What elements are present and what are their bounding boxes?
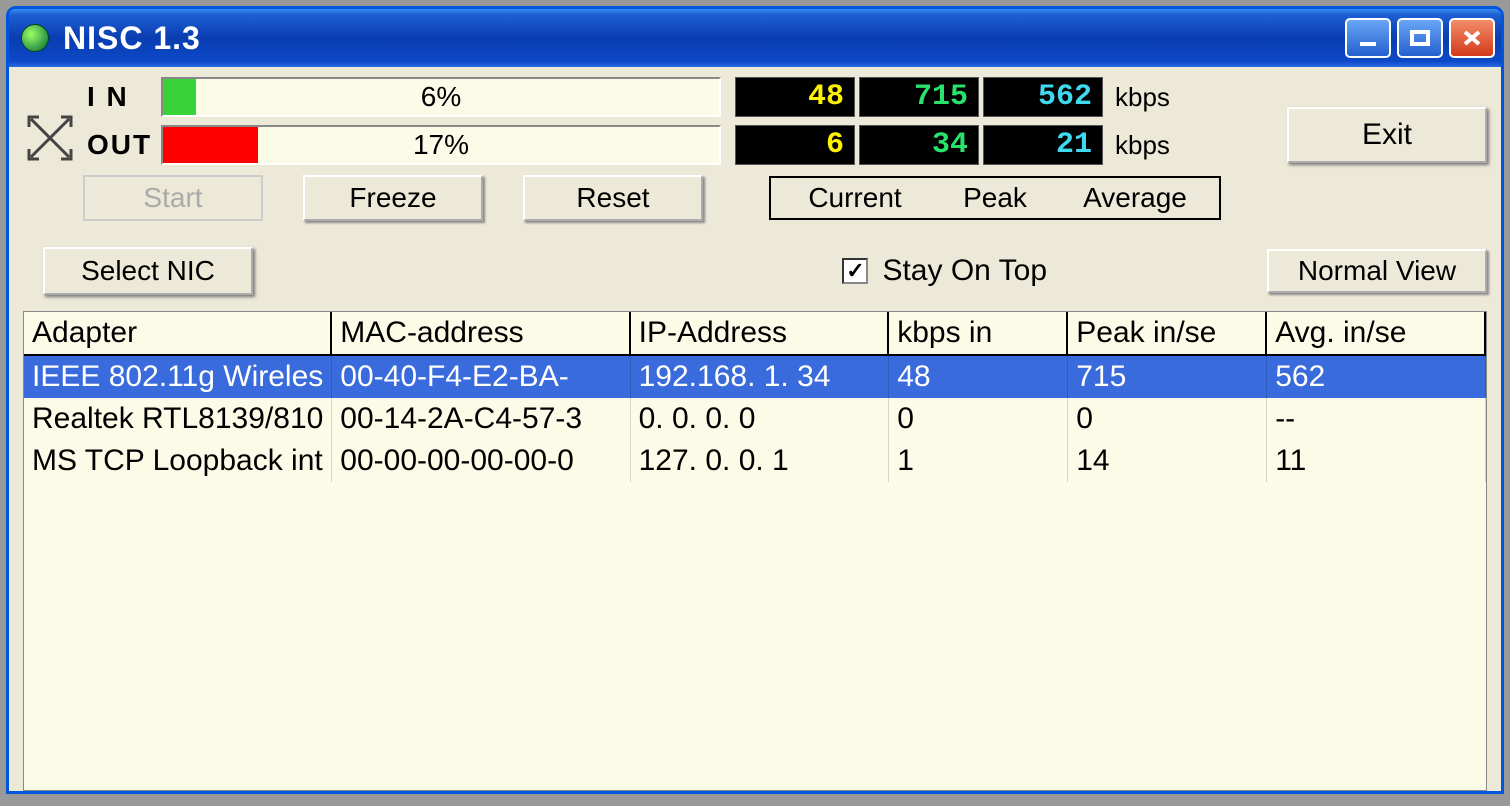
in-unit: kbps xyxy=(1115,82,1170,113)
cell: 715 xyxy=(1068,356,1267,398)
in-average-led: 562 xyxy=(983,77,1103,117)
cell: 00-00-00-00-00-0 xyxy=(332,440,630,482)
stat-average: Average xyxy=(1065,182,1205,214)
minimize-button[interactable] xyxy=(1345,18,1391,58)
cell: 48 xyxy=(889,356,1068,398)
in-percent: 6% xyxy=(163,79,719,115)
out-progress: 17% xyxy=(161,125,721,165)
close-button[interactable] xyxy=(1449,18,1495,58)
col-avg-in[interactable]: Avg. in/se xyxy=(1267,312,1486,354)
in-peak-led: 715 xyxy=(859,77,979,117)
cell: IEEE 802.11g Wireles xyxy=(24,356,332,398)
cell: 127. 0. 0. 1 xyxy=(631,440,890,482)
in-progress: 6% xyxy=(161,77,721,117)
in-label: I N xyxy=(83,81,161,113)
out-label: OUT xyxy=(83,129,161,161)
col-peak-in[interactable]: Peak in/se xyxy=(1068,312,1267,354)
titlebar[interactable]: NISC 1.3 xyxy=(9,9,1501,67)
app-window: NISC 1.3 I N xyxy=(6,6,1504,794)
client-area: I N 6% 48 715 562 kbps OUT xyxy=(9,67,1501,791)
out-peak-led: 34 xyxy=(859,125,979,165)
cell: 1 xyxy=(889,440,1068,482)
col-kbps-in[interactable]: kbps in xyxy=(889,312,1068,354)
cell: 11 xyxy=(1267,440,1486,482)
stay-on-top-label: Stay On Top xyxy=(882,254,1047,288)
expand-icon[interactable] xyxy=(23,111,77,165)
cell: 00-40-F4-E2-BA- xyxy=(332,356,630,398)
cell: Realtek RTL8139/810 xyxy=(24,398,332,440)
table-row[interactable]: MS TCP Loopback int00-00-00-00-00-0127. … xyxy=(24,440,1486,482)
cell: 0. 0. 0. 0 xyxy=(631,398,890,440)
out-current-led: 6 xyxy=(735,125,855,165)
select-nic-button[interactable]: Select NIC xyxy=(43,247,253,295)
out-percent: 17% xyxy=(163,127,719,163)
window-title: NISC 1.3 xyxy=(63,20,201,57)
cell: -- xyxy=(1267,398,1486,440)
app-icon xyxy=(21,24,49,52)
stay-on-top[interactable]: ✓ Stay On Top xyxy=(842,254,1047,288)
cell: 562 xyxy=(1267,356,1486,398)
normal-view-button[interactable]: Normal View xyxy=(1267,249,1487,293)
cell: MS TCP Loopback int xyxy=(24,440,332,482)
grid-header: Adapter MAC-address IP-Address kbps in P… xyxy=(24,312,1486,356)
maximize-button[interactable] xyxy=(1397,18,1443,58)
cell: 0 xyxy=(1068,398,1267,440)
col-mac[interactable]: MAC-address xyxy=(332,312,630,354)
stat-peak: Peak xyxy=(925,182,1065,214)
cell: 14 xyxy=(1068,440,1267,482)
stat-labels: Current Peak Average xyxy=(769,176,1221,220)
in-current-led: 48 xyxy=(735,77,855,117)
cell: 00-14-2A-C4-57-3 xyxy=(332,398,630,440)
freeze-button[interactable]: Freeze xyxy=(303,175,483,221)
cell: 0 xyxy=(889,398,1068,440)
stay-on-top-checkbox[interactable]: ✓ xyxy=(842,258,868,284)
stat-current: Current xyxy=(785,182,925,214)
col-adapter[interactable]: Adapter xyxy=(24,312,332,354)
exit-button[interactable]: Exit xyxy=(1287,107,1487,163)
meter-out-row: OUT 17% 6 34 21 kbps xyxy=(83,125,1237,165)
start-button[interactable]: Start xyxy=(83,175,263,221)
adapter-grid[interactable]: Adapter MAC-address IP-Address kbps in P… xyxy=(23,311,1487,791)
out-unit: kbps xyxy=(1115,130,1170,161)
cell: 192.168. 1. 34 xyxy=(631,356,890,398)
meter-in-row: I N 6% 48 715 562 kbps xyxy=(83,77,1237,117)
table-row[interactable]: Realtek RTL8139/81000-14-2A-C4-57-3 0. 0… xyxy=(24,398,1486,440)
table-row[interactable]: IEEE 802.11g Wireles00-40-F4-E2-BA-192.1… xyxy=(24,356,1486,398)
col-ip[interactable]: IP-Address xyxy=(631,312,890,354)
out-average-led: 21 xyxy=(983,125,1103,165)
reset-button[interactable]: Reset xyxy=(523,175,703,221)
